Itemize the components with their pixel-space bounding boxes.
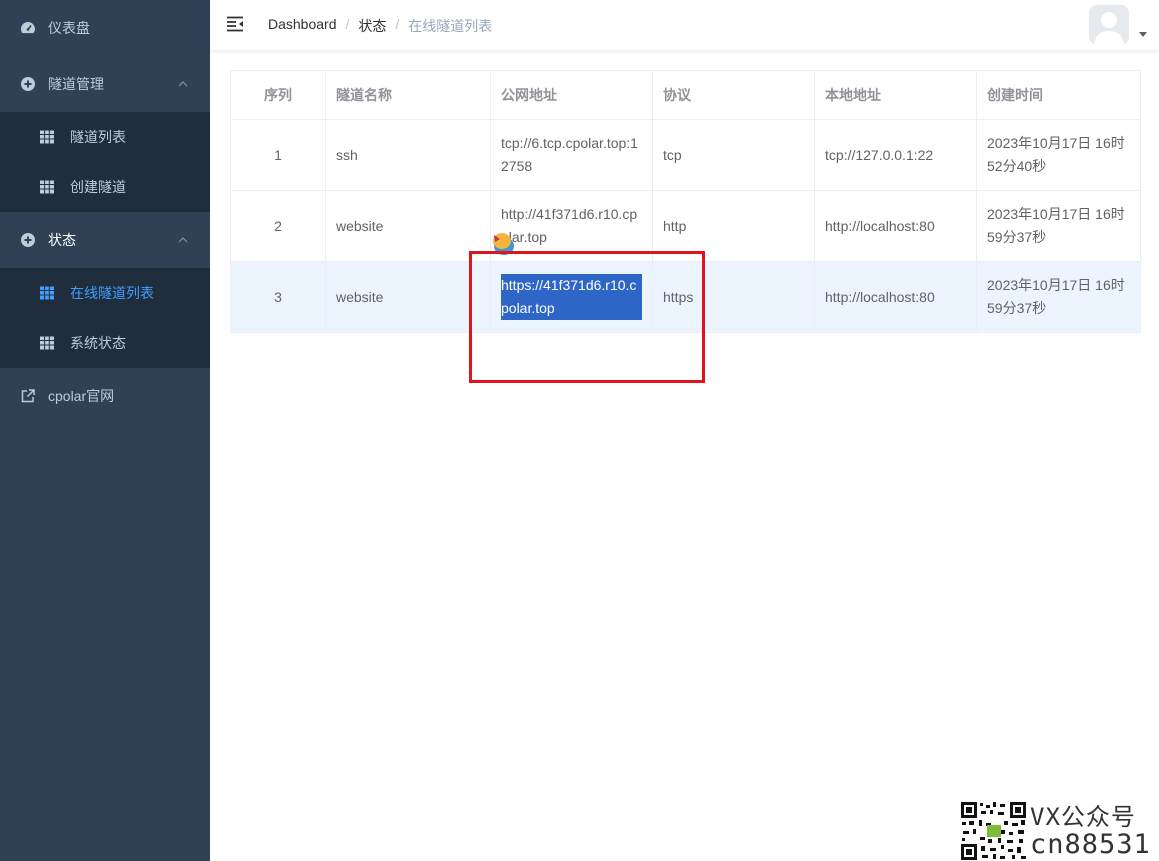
- column-header: 本地地址: [815, 71, 977, 119]
- sidebar-item-label: 仪表盘: [48, 20, 90, 36]
- breadcrumb: Dashboard / 状态 / 在线隧道列表: [268, 16, 492, 36]
- submenu-status: 在线隧道列表 系统状态: [0, 268, 210, 368]
- cell-name: ssh: [326, 120, 491, 190]
- sidebar-item-online-tunnels[interactable]: 在线隧道列表: [0, 268, 210, 318]
- cell-name: website: [326, 262, 491, 332]
- watermark-line1: VX公众号: [1030, 803, 1136, 831]
- sidebar-item-cpolar-website[interactable]: cpolar官网: [0, 368, 210, 424]
- cell-local-address: http://localhost:80: [815, 191, 977, 261]
- sidebar-item-tunnel-list[interactable]: 隧道列表: [0, 112, 210, 162]
- external-link-icon: [21, 389, 35, 403]
- cell-created-time: 2023年10月17日 16时52分40秒: [987, 135, 1125, 174]
- sidebar-item-label: 系统状态: [70, 335, 126, 351]
- sidebar-item-label: 隧道列表: [70, 129, 126, 145]
- column-header: 公网地址: [491, 71, 653, 119]
- table-row[interactable]: 1 ssh tcp://6.tcp.cpolar.top:12758 tcp t…: [231, 120, 1140, 191]
- cell-protocol: tcp: [653, 120, 815, 190]
- breadcrumb-item-status[interactable]: 状态: [358, 16, 386, 36]
- cell-name: website: [326, 191, 491, 261]
- cell-index: 1: [231, 120, 326, 190]
- table-icon: [40, 336, 54, 350]
- column-header: 序列: [231, 71, 326, 119]
- caret-down-icon[interactable]: [1139, 32, 1147, 37]
- table-icon: [40, 286, 54, 300]
- sidebar-item-label: cpolar官网: [48, 388, 115, 404]
- sidebar-item-dashboard[interactable]: 仪表盘: [0, 0, 210, 56]
- watermark-text: VX公众号 cn88531: [1030, 803, 1151, 859]
- chevron-up-icon: [178, 237, 188, 243]
- cell-created-time: 2023年10月17日 16时59分37秒: [987, 277, 1125, 316]
- breadcrumb-separator: /: [345, 16, 350, 32]
- cell-index: 3: [231, 262, 326, 332]
- annotation-highlight-box: [469, 251, 705, 383]
- sidebar: 仪表盘 隧道管理 隧道列表 创建隧道 状态 在线隧道列表 系统状态 cpolar…: [0, 0, 210, 861]
- column-header: 协议: [653, 71, 815, 119]
- avatar[interactable]: [1089, 5, 1129, 45]
- navbar: Dashboard / 状态 / 在线隧道列表: [210, 0, 1159, 51]
- hamburger-icon[interactable]: [227, 16, 245, 32]
- qr-code-icon: [960, 801, 1028, 861]
- sidebar-item-label: 创建隧道: [70, 179, 126, 195]
- watermark-line2: cn88531: [1030, 829, 1151, 860]
- cell-local-address: http://localhost:80: [815, 262, 977, 332]
- breadcrumb-separator: /: [395, 16, 400, 32]
- plus-circle-icon: [21, 233, 35, 247]
- breadcrumb-item-dashboard[interactable]: Dashboard: [268, 16, 337, 36]
- dashboard-icon: [21, 22, 35, 34]
- column-header: 隧道名称: [326, 71, 491, 119]
- column-header: 创建时间: [987, 86, 1043, 103]
- cell-index: 2: [231, 191, 326, 261]
- sidebar-item-label: 状态: [48, 232, 76, 248]
- sidebar-item-tunnel-management[interactable]: 隧道管理: [0, 56, 210, 112]
- plus-circle-icon: [21, 77, 35, 91]
- cell-public-url[interactable]: tcp://6.tcp.cpolar.top:12758: [491, 120, 653, 190]
- submenu-tunnel-management: 隧道列表 创建隧道: [0, 112, 210, 212]
- sidebar-item-system-status[interactable]: 系统状态: [0, 318, 210, 368]
- cell-local-address: tcp://127.0.0.1:22: [815, 120, 977, 190]
- cell-created-time: 2023年10月17日 16时59分37秒: [987, 206, 1125, 245]
- table-header-row: 序列 隧道名称 公网地址 协议 本地地址 创建时间: [231, 71, 1140, 120]
- sidebar-item-label: 隧道管理: [48, 76, 104, 92]
- sidebar-item-status[interactable]: 状态: [0, 212, 210, 268]
- sidebar-item-create-tunnel[interactable]: 创建隧道: [0, 162, 210, 212]
- user-avatar-icon: [1089, 5, 1129, 45]
- chevron-up-icon: [178, 81, 188, 87]
- table-icon: [40, 180, 54, 194]
- sidebar-item-label: 在线隧道列表: [70, 285, 154, 301]
- breadcrumb-item-current: 在线隧道列表: [408, 18, 493, 34]
- table-icon: [40, 130, 54, 144]
